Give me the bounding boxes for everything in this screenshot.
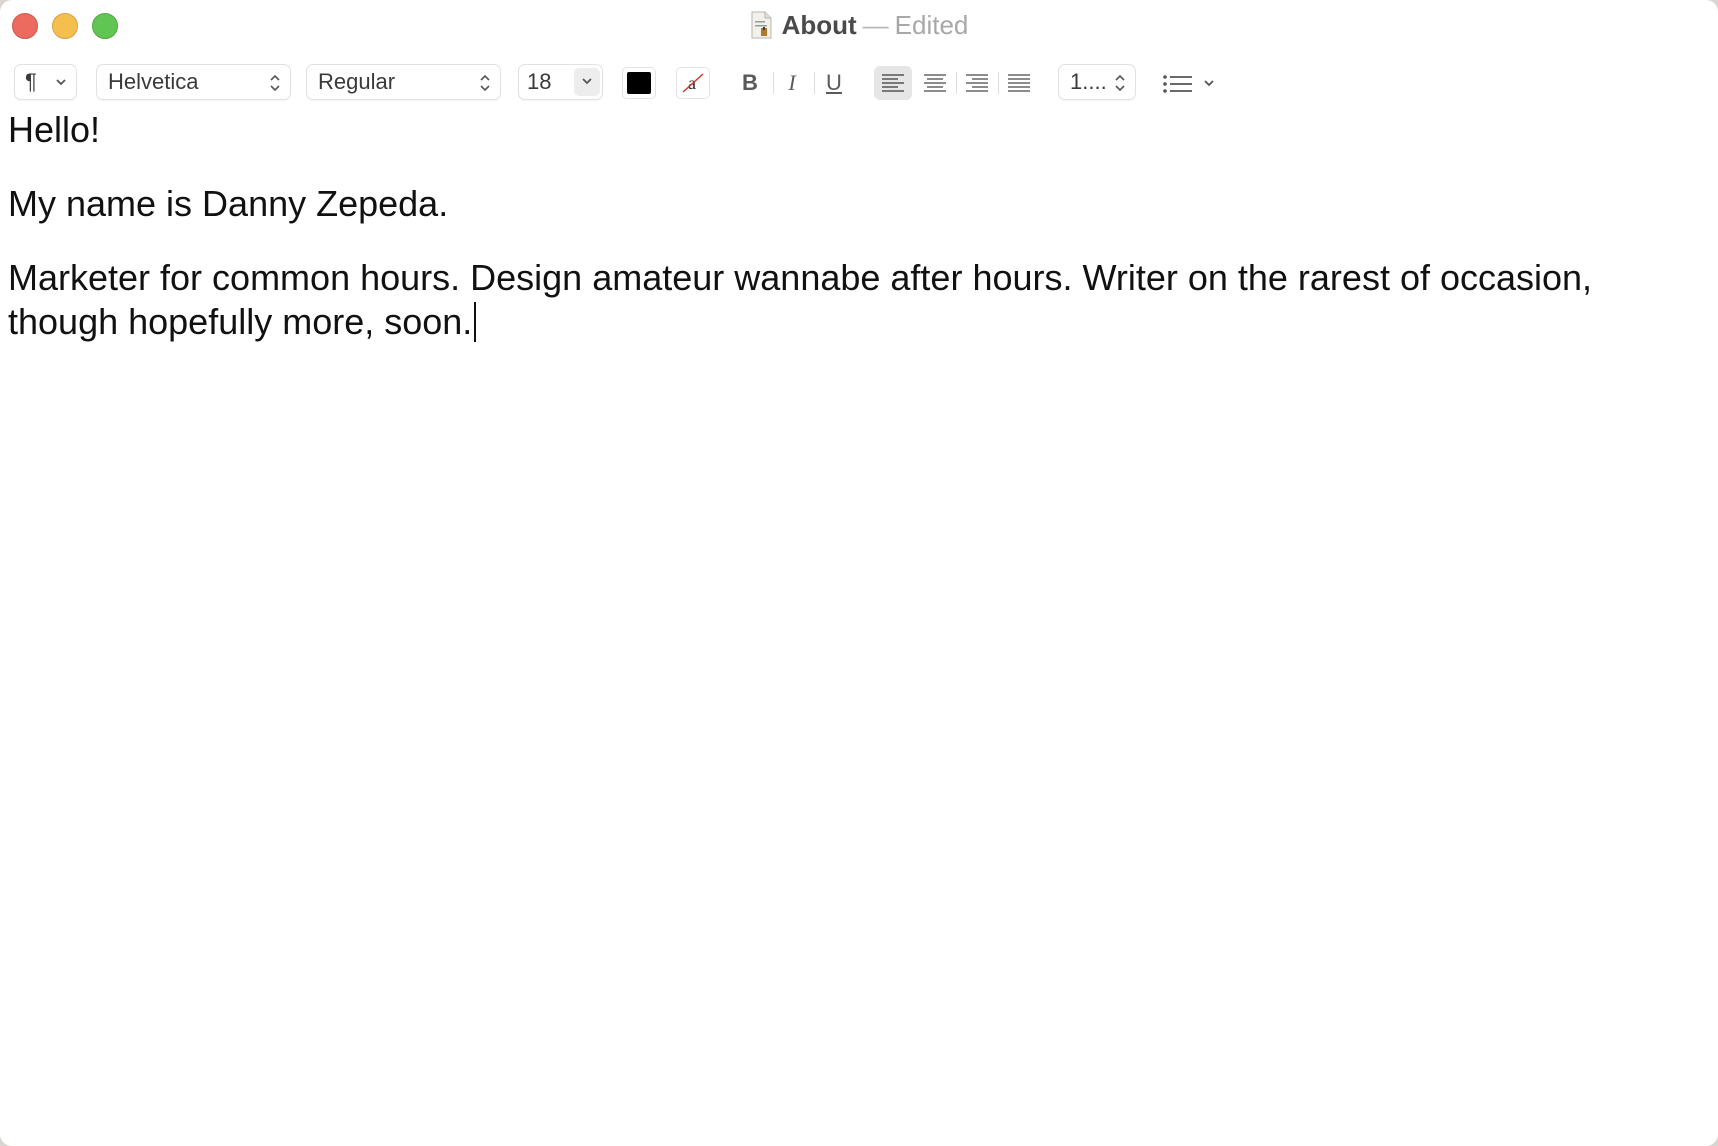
- text-color-swatch: [627, 72, 651, 94]
- up-down-arrows-icon: [270, 74, 280, 92]
- paragraph-style-popup[interactable]: ¶: [14, 64, 77, 100]
- text-cursor: [474, 302, 477, 342]
- chevron-down-icon: [1204, 80, 1214, 87]
- align-center-button[interactable]: [916, 66, 954, 100]
- document-name: About: [781, 10, 857, 40]
- background-color-well[interactable]: a: [676, 67, 710, 99]
- window-title: About — Edited: [0, 9, 1718, 46]
- format-toolbar: ¶ Helvetica Regular 18 a: [0, 62, 1718, 102]
- pilcrow-icon: ¶: [25, 69, 37, 94]
- align-right-button[interactable]: [958, 66, 996, 100]
- font-style-value: Regular: [318, 69, 396, 94]
- font-family-value: Helvetica: [108, 69, 199, 94]
- font-size-combo[interactable]: 18: [518, 64, 603, 100]
- divider: [956, 72, 957, 94]
- bold-button[interactable]: B: [731, 66, 769, 100]
- up-down-arrows-icon: [1115, 74, 1125, 92]
- font-size-dropdown-button[interactable]: [574, 68, 600, 96]
- align-right-icon: [966, 74, 988, 92]
- paragraph[interactable]: My name is Danny Zepeda.: [8, 182, 1708, 226]
- font-style-popup[interactable]: Regular: [306, 64, 501, 100]
- edited-status: Edited: [894, 10, 969, 40]
- line-spacing-value: 1....: [1070, 69, 1107, 94]
- font-family-popup[interactable]: Helvetica: [96, 64, 291, 100]
- align-left-icon: [882, 74, 904, 92]
- text-color-well[interactable]: [622, 67, 656, 99]
- no-background-color-icon: a: [682, 73, 704, 93]
- document-text-area[interactable]: Hello! My name is Danny Zepeda. Marketer…: [8, 108, 1708, 374]
- document-icon[interactable]: [750, 11, 772, 46]
- italic-button[interactable]: I: [773, 66, 811, 100]
- list-bullets-icon: [1163, 75, 1192, 93]
- justify-icon: [1008, 74, 1030, 92]
- align-left-button[interactable]: [874, 66, 912, 100]
- title-bar[interactable]: About — Edited: [0, 0, 1718, 50]
- chevron-down-icon: [582, 78, 592, 85]
- title-separator: —: [862, 10, 889, 40]
- textedit-window: About — Edited ¶ Helvetica Regular 18 B …: [0, 0, 1718, 1146]
- chevron-down-icon: [56, 79, 66, 86]
- line-spacing-popup[interactable]: 1....: [1058, 64, 1136, 100]
- font-size-value[interactable]: 18: [527, 65, 551, 99]
- paragraph[interactable]: Hello!: [8, 108, 1708, 152]
- justify-button[interactable]: [1000, 66, 1038, 100]
- paragraph[interactable]: Marketer for common hours. Design amateu…: [8, 256, 1708, 344]
- divider: [998, 72, 999, 94]
- align-center-icon: [924, 74, 946, 92]
- paragraph-text[interactable]: Marketer for common hours. Design amateu…: [8, 257, 1592, 342]
- list-bullets-button[interactable]: [1156, 66, 1222, 100]
- underline-button[interactable]: U: [815, 66, 853, 100]
- up-down-arrows-icon: [480, 74, 490, 92]
